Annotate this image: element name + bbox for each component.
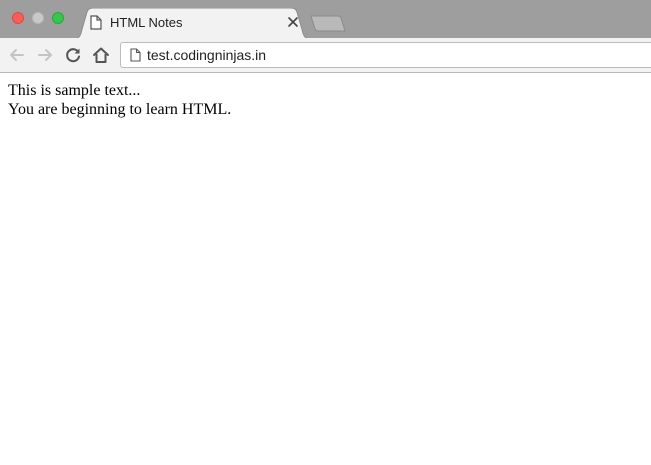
page-body: This is sample text... You are beginning… [8, 81, 643, 119]
page-text-line-1: This is sample text... [8, 82, 141, 99]
address-bar-url[interactable]: test.codingninjas.in [147, 47, 266, 63]
page-icon [90, 15, 102, 30]
address-bar[interactable]: test.codingninjas.in [120, 42, 651, 68]
window-close-button[interactable] [12, 12, 24, 24]
home-icon[interactable] [92, 46, 110, 64]
forward-arrow-icon[interactable] [36, 46, 54, 64]
window-maximize-button[interactable] [52, 12, 64, 24]
window-minimize-button[interactable] [32, 12, 44, 24]
reload-icon[interactable] [64, 46, 82, 64]
new-tab-icon[interactable] [310, 15, 346, 32]
tab-title: HTML Notes [110, 15, 183, 30]
back-arrow-icon[interactable] [8, 46, 26, 64]
tab-html-notes[interactable]: HTML Notes [72, 8, 312, 39]
close-icon[interactable] [285, 14, 301, 30]
browser-toolbar: test.codingninjas.in [0, 38, 651, 73]
page-content: This is sample text... You are beginning… [0, 73, 651, 465]
page-icon [130, 48, 141, 62]
page-text-line-2: You are beginning to learn HTML. [8, 101, 232, 118]
tab-strip: HTML Notes [0, 0, 651, 39]
browser-window: HTML Notes test.codingninjas.in This is … [0, 0, 651, 465]
tab-shape [72, 8, 312, 39]
